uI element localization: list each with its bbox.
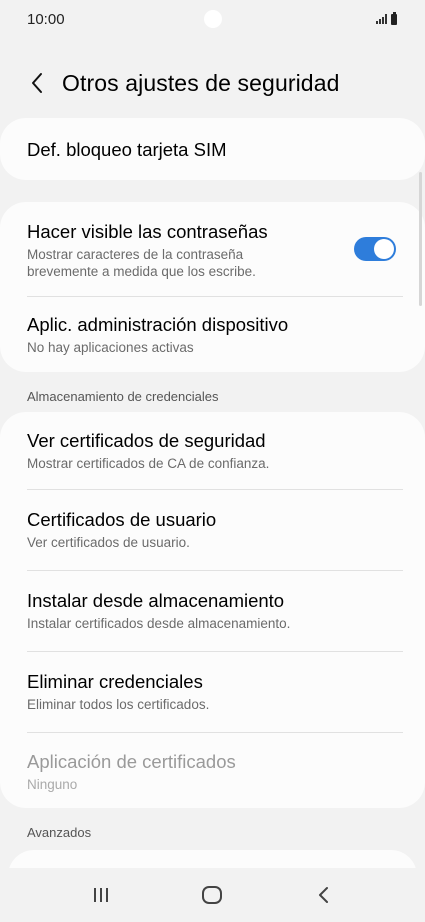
camera-cutout [204, 10, 222, 28]
back-button[interactable] [22, 68, 52, 98]
credential-item-user-certs[interactable]: Certificados de usuario Ver certificados… [0, 490, 425, 571]
scrollbar[interactable] [419, 172, 422, 306]
credentials-section-label: Almacenamiento de credenciales [27, 389, 219, 404]
show-passwords-item[interactable]: Hacer visible las contraseñas Mostrar ca… [0, 202, 425, 297]
credential-item-title: Eliminar credenciales [27, 671, 203, 692]
sim-lock-card: Def. bloqueo tarjeta SIM [0, 118, 425, 180]
home-icon [202, 886, 223, 904]
credential-item-subtitle: Ninguno [27, 777, 78, 792]
device-admin-title: Aplic. administración dispositivo [27, 314, 289, 335]
home-button[interactable] [182, 875, 242, 915]
password-admin-card: Hacer visible las contraseñas Mostrar ca… [0, 202, 425, 372]
signal-icon [376, 14, 387, 24]
credentials-card: Ver certificados de seguridad Mostrar ce… [0, 412, 425, 808]
device-admin-subtitle: No hay aplicaciones activas [27, 340, 194, 355]
credential-item-title: Ver certificados de seguridad [27, 430, 266, 451]
show-passwords-toggle[interactable] [354, 237, 396, 261]
toggle-knob [374, 239, 394, 259]
credential-item-subtitle: Instalar certificados desde almacenamien… [27, 616, 291, 631]
show-passwords-subtitle-line1: Mostrar caracteres de la contraseña [27, 247, 244, 262]
credential-item-remove[interactable]: Eliminar credenciales Eliminar todos los… [0, 652, 425, 733]
credential-item-install-storage[interactable]: Instalar desde almacenamiento Instalar c… [0, 571, 425, 652]
page-title: Otros ajustes de seguridad [62, 70, 340, 96]
status-icons [376, 11, 397, 25]
credential-item-title: Instalar desde almacenamiento [27, 590, 285, 611]
sim-lock-title: Def. bloqueo tarjeta SIM [27, 139, 227, 160]
show-passwords-subtitle-line2: brevemente a medida que los escribe. [27, 264, 256, 279]
sim-lock-item[interactable]: Def. bloqueo tarjeta SIM [0, 118, 425, 180]
header: Otros ajustes de seguridad [0, 60, 425, 106]
nav-back-icon [319, 887, 329, 903]
credential-item-cert-app: Aplicación de certificados Ninguno [0, 733, 425, 808]
nav-back-button[interactable] [294, 875, 354, 915]
battery-icon [391, 11, 397, 25]
navigation-bar [0, 868, 425, 922]
recents-icon [93, 888, 108, 902]
credential-item-subtitle: Ver certificados de usuario. [27, 535, 190, 550]
credential-item-subtitle: Eliminar todos los certificados. [27, 697, 210, 712]
device-admin-item[interactable]: Aplic. administración dispositivo No hay… [0, 297, 425, 372]
credential-item-subtitle: Mostrar certificados de CA de confianza. [27, 456, 270, 471]
credential-item-title: Certificados de usuario [27, 509, 217, 530]
credential-item-view-certs[interactable]: Ver certificados de seguridad Mostrar ce… [0, 412, 425, 490]
status-time: 10:00 [27, 10, 65, 28]
advanced-section-label: Avanzados [27, 825, 92, 840]
recents-button[interactable] [71, 875, 131, 915]
back-arrow-icon [32, 73, 42, 93]
credential-item-title: Aplicación de certificados [27, 751, 236, 772]
